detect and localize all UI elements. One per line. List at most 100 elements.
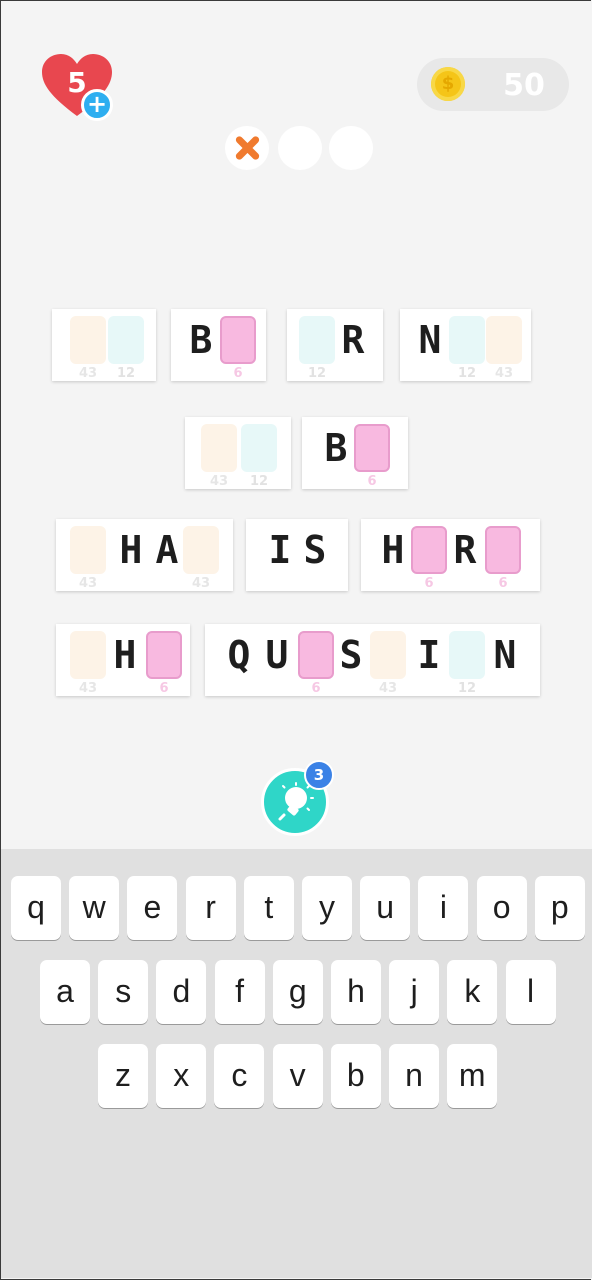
word-tile: 12 R — [287, 309, 383, 381]
letter-text — [298, 631, 334, 679]
letter-slot[interactable]: 43 — [486, 316, 522, 381]
key-n[interactable]: n — [389, 1044, 439, 1108]
letter-slot[interactable]: 43 — [370, 631, 406, 696]
slot-number: 43 — [378, 681, 398, 696]
letter-text — [370, 631, 406, 679]
revealed-letter: H — [375, 526, 411, 574]
key-a[interactable]: a — [40, 960, 90, 1024]
letter-text: Q — [227, 633, 251, 677]
key-s[interactable]: s — [98, 960, 149, 1024]
coin-balance[interactable]: $ 50 — [417, 58, 569, 111]
letter-slot[interactable]: 12 — [108, 316, 144, 381]
letter-text — [354, 424, 390, 472]
key-w[interactable]: w — [69, 876, 120, 940]
letter-text: N — [493, 633, 517, 677]
revealed-letter: U — [259, 631, 295, 679]
word-tile: 43 H 6 — [56, 624, 190, 696]
letter-slot[interactable]: 43 — [70, 631, 106, 696]
word-tile: IS — [246, 519, 348, 591]
letter-text — [449, 316, 485, 364]
slot-number: 6 — [367, 474, 377, 489]
key-o[interactable]: o — [476, 876, 527, 940]
slot-number: 6 — [159, 681, 169, 696]
letter-slot[interactable]: 12 — [299, 316, 335, 381]
x-mark-icon — [234, 135, 260, 161]
strike-slot-1 — [225, 126, 269, 170]
key-x[interactable]: x — [156, 1044, 207, 1108]
letter-text: B — [189, 318, 213, 362]
key-i[interactable]: i — [418, 876, 469, 940]
slot-number: 6 — [311, 681, 321, 696]
key-l[interactable]: l — [505, 960, 556, 1024]
letter-slot[interactable]: 6 — [485, 526, 521, 591]
letter-text — [411, 526, 447, 574]
letter-text — [299, 316, 335, 364]
key-t[interactable]: t — [243, 876, 294, 940]
key-y[interactable]: y — [302, 876, 352, 940]
letter-slot[interactable]: 12 — [241, 424, 277, 489]
slot-number: 43 — [78, 366, 98, 381]
letter-text — [486, 316, 522, 364]
letter-text: R — [341, 318, 365, 362]
letter-slot[interactable]: 12 — [449, 631, 485, 696]
lightbulb-icon — [278, 782, 314, 821]
key-h[interactable]: h — [331, 960, 381, 1024]
key-v[interactable]: v — [272, 1044, 323, 1108]
letter-text: R — [453, 528, 477, 572]
key-m[interactable]: m — [447, 1044, 498, 1108]
slot-number: 12 — [249, 474, 269, 489]
slot-number: 12 — [457, 681, 477, 696]
key-f[interactable]: f — [214, 960, 265, 1024]
key-c[interactable]: c — [214, 1044, 265, 1108]
letter-text: S — [339, 633, 363, 677]
letter-slot[interactable]: 43 — [201, 424, 237, 489]
key-e[interactable]: e — [127, 876, 178, 940]
letter-slot[interactable]: 6 — [220, 316, 256, 381]
letter-text: S — [303, 528, 327, 572]
key-g[interactable]: g — [272, 960, 323, 1024]
revealed-letter: I — [262, 526, 298, 574]
revealed-letter: B — [318, 424, 354, 472]
letter-text — [220, 316, 256, 364]
letter-text: N — [418, 318, 442, 362]
key-q[interactable]: q — [11, 876, 61, 940]
revealed-letter: N — [487, 631, 523, 679]
strike-slot-2 — [278, 126, 322, 170]
coin-count: 50 — [503, 68, 545, 103]
revealed-letter: B — [183, 316, 219, 364]
key-z[interactable]: z — [98, 1044, 148, 1108]
word-tile: B6 — [171, 309, 266, 381]
key-b[interactable]: b — [330, 1044, 381, 1108]
letter-slot[interactable]: 12 — [449, 316, 485, 381]
letter-slot[interactable]: 43 — [70, 526, 106, 591]
revealed-letter: S — [333, 631, 369, 679]
add-lives-icon[interactable]: + — [81, 89, 113, 121]
letter-text — [108, 316, 144, 364]
letter-text — [183, 526, 219, 574]
word-tile: 43 12 — [185, 417, 291, 489]
revealed-letter: I — [411, 631, 447, 679]
key-d[interactable]: d — [156, 960, 207, 1024]
letter-slot[interactable]: 43 — [183, 526, 219, 591]
letter-slot[interactable]: 6 — [354, 424, 390, 489]
letter-text: H — [113, 633, 137, 677]
letter-text: B — [324, 426, 348, 470]
key-p[interactable]: p — [534, 876, 585, 940]
word-tile: N 12 43 — [400, 309, 531, 381]
letter-text: H — [381, 528, 405, 572]
key-r[interactable]: r — [185, 876, 236, 940]
letter-slot[interactable]: 6 — [146, 631, 182, 696]
key-k[interactable]: k — [447, 960, 498, 1024]
letter-text: U — [265, 633, 289, 677]
letter-text — [201, 424, 237, 472]
slot-number: 12 — [307, 366, 327, 381]
key-j[interactable]: j — [389, 960, 440, 1024]
letter-text — [70, 631, 106, 679]
letter-slot[interactable]: 43 — [70, 316, 106, 381]
keyboard: qwertyuiop asdfghjkl zxcvbnm — [1, 849, 592, 1278]
word-tile: H 6 R 6 — [361, 519, 540, 591]
hint-count-badge: 3 — [304, 760, 334, 790]
key-u[interactable]: u — [360, 876, 411, 940]
letter-slot[interactable]: 6 — [298, 631, 334, 696]
letter-slot[interactable]: 6 — [411, 526, 447, 591]
